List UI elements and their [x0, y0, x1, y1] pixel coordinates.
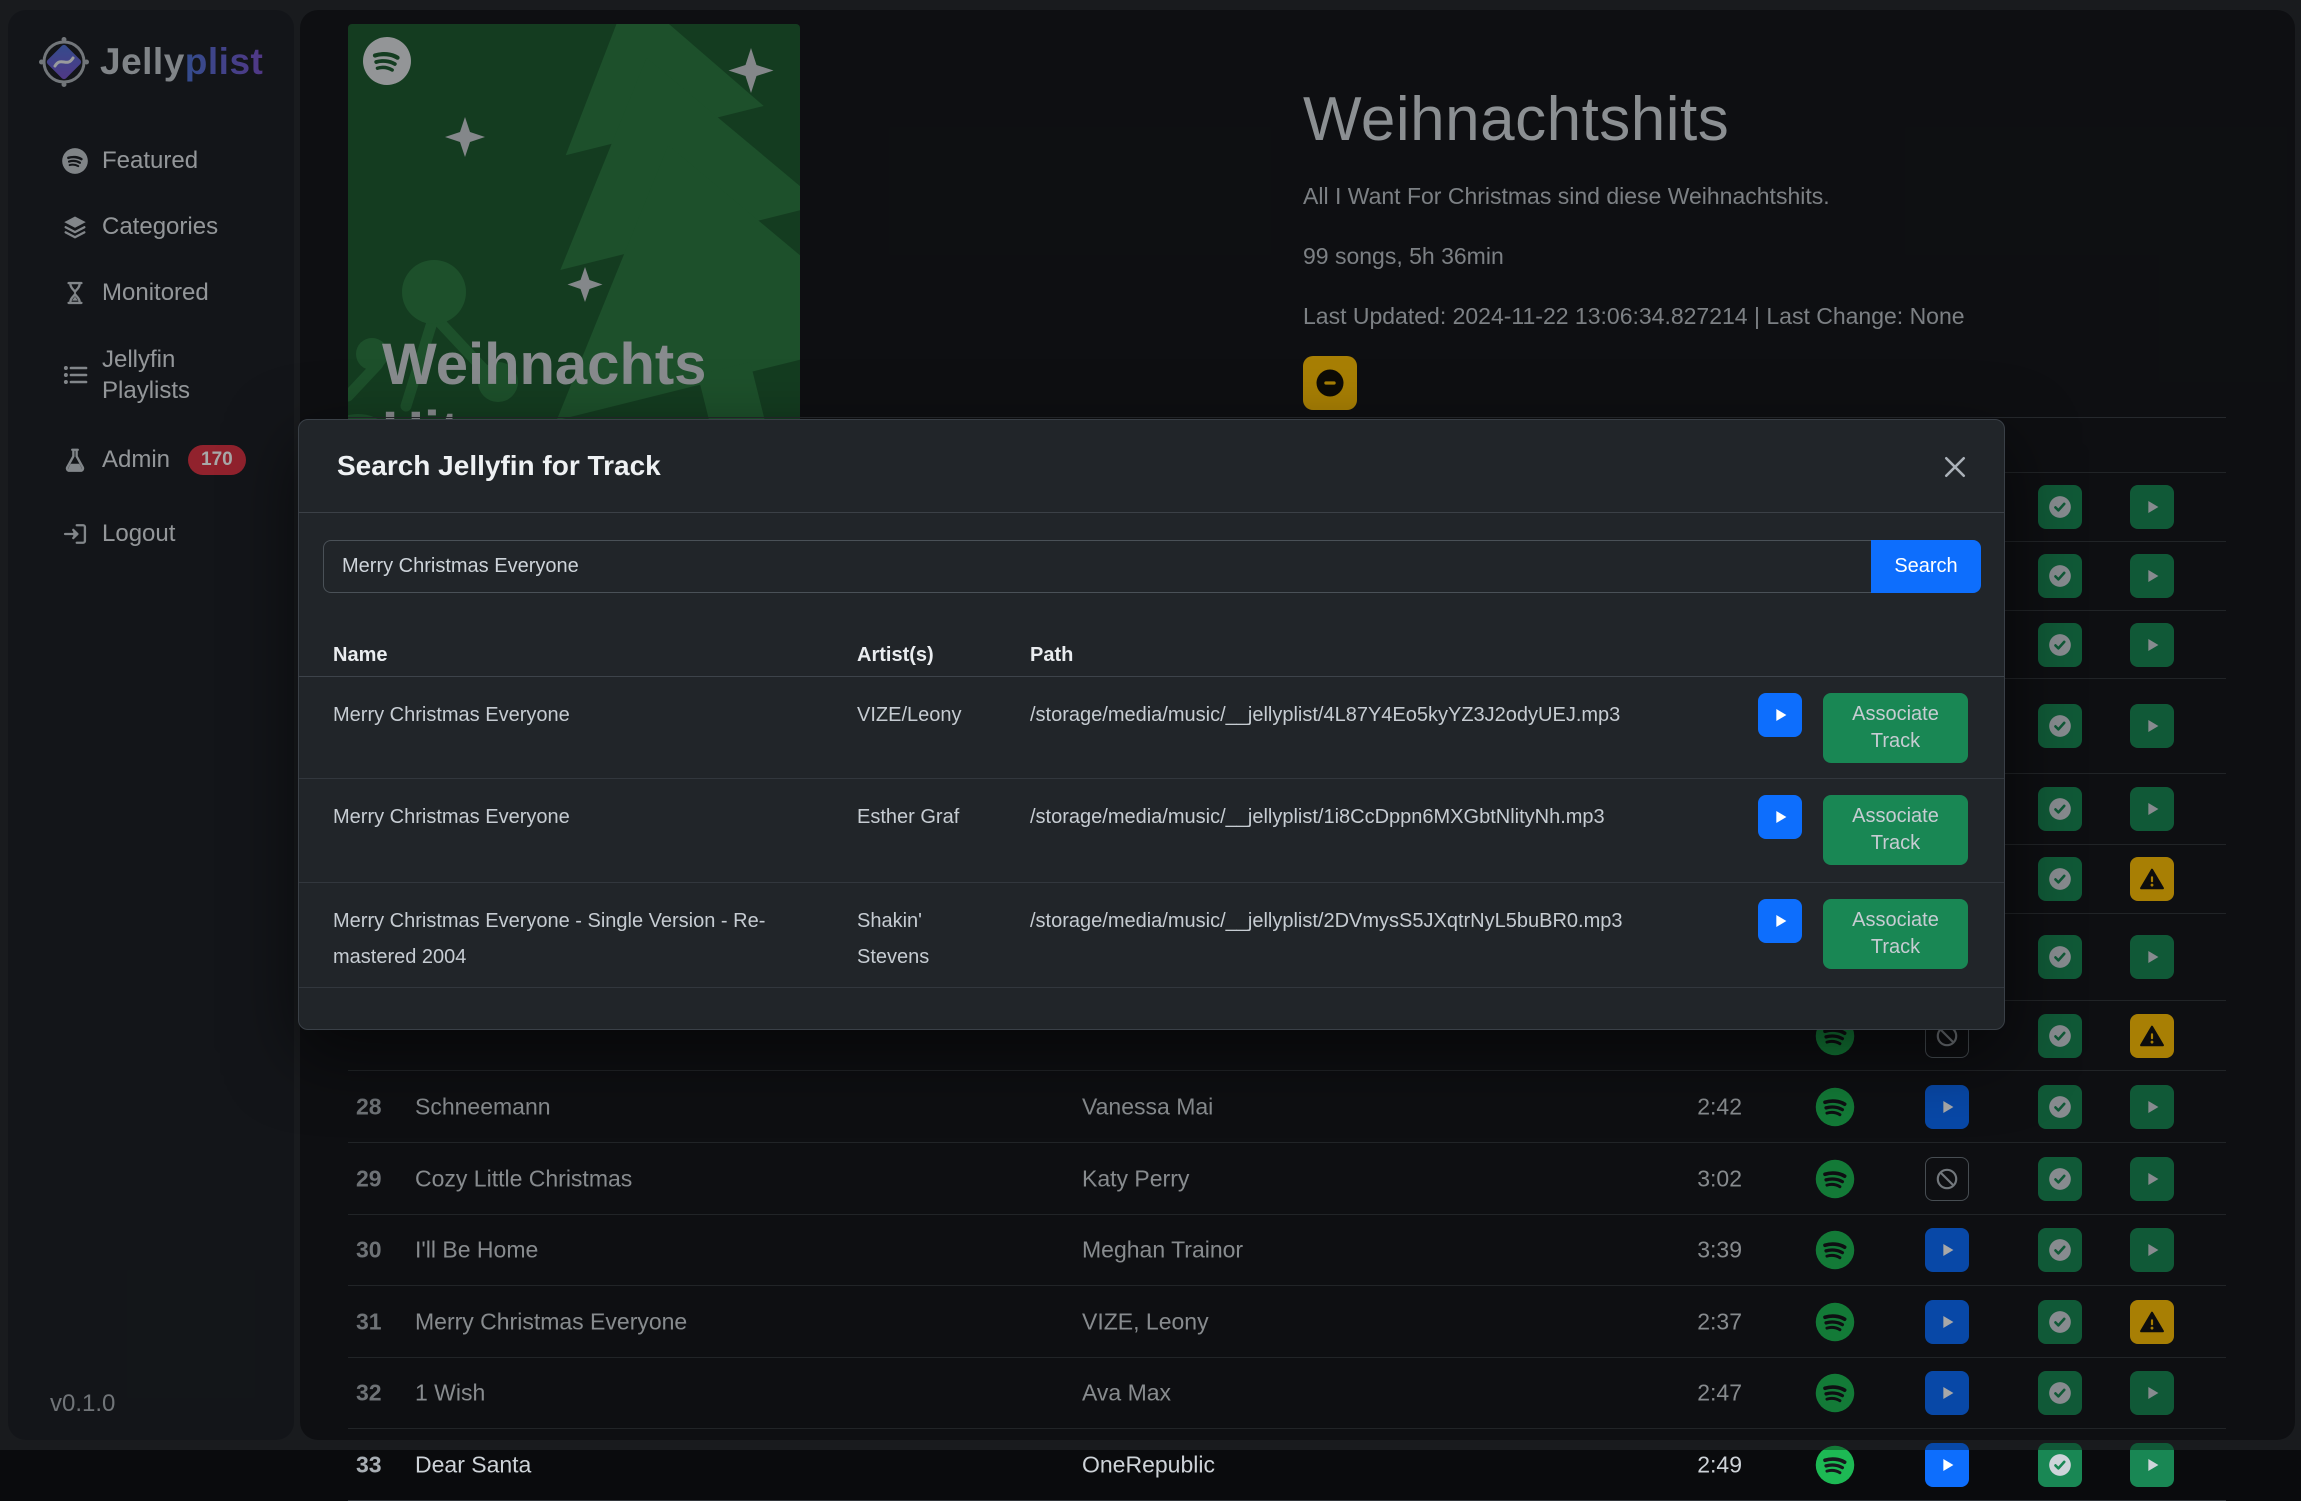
preview-play-button[interactable]: [1758, 795, 1802, 839]
result-path: /storage/media/music/__jellyplist/4L87Y4…: [1030, 697, 1740, 733]
search-result-row: Merry Christmas Everyone VIZE/Leony /sto…: [299, 677, 2004, 779]
result-artists: Shakin' Stevens: [857, 903, 977, 975]
column-artists: Artist(s): [857, 644, 934, 667]
close-icon[interactable]: [1938, 450, 1972, 484]
result-name: Merry Christmas Everyone: [333, 799, 803, 835]
result-path: /storage/media/music/__jellyplist/2DVmys…: [1030, 903, 1740, 939]
associate-track-button[interactable]: Associate Track: [1823, 795, 1968, 865]
result-name: Merry Christmas Everyone - Single Versio…: [333, 903, 803, 975]
play-icon: [1769, 806, 1791, 828]
column-name: Name: [333, 644, 387, 667]
modal-header-divider: [299, 512, 2004, 513]
preview-play-button[interactable]: [1758, 693, 1802, 737]
result-artists: VIZE/Leony: [857, 697, 977, 733]
search-result-row: Merry Christmas Everyone Esther Graf /st…: [299, 779, 2004, 883]
search-result-row: Merry Christmas Everyone - Single Versio…: [299, 883, 2004, 988]
track-title: Dear Santa: [415, 1451, 531, 1478]
track-artist: OneRepublic: [1082, 1451, 1215, 1478]
search-button[interactable]: Search: [1871, 540, 1981, 593]
results-table-header: Name Artist(s) Path: [299, 644, 2004, 677]
modal-title: Search Jellyfin for Track: [337, 450, 661, 482]
play-icon: [1769, 910, 1791, 932]
associate-track-button[interactable]: Associate Track: [1823, 899, 1968, 969]
result-path: /storage/media/music/__jellyplist/1i8CcD…: [1030, 799, 1740, 835]
result-artists: Esther Graf: [857, 799, 977, 835]
preview-play-button[interactable]: [1758, 899, 1802, 943]
column-path: Path: [1030, 644, 1073, 667]
associate-track-button[interactable]: Associate Track: [1823, 693, 1968, 763]
play-icon: [2141, 1454, 2163, 1476]
track-duration: 2:49: [1610, 1451, 1742, 1478]
check-circle-icon: [2047, 1452, 2073, 1478]
search-jellyfin-modal: Search Jellyfin for Track Search Name Ar…: [298, 419, 2005, 1030]
play-icon: [1769, 704, 1791, 726]
app-root: Jellyplist Featured Categories: [0, 0, 2301, 1450]
play-icon: [1936, 1454, 1958, 1476]
track-search-input[interactable]: [323, 540, 1871, 593]
search-results: Merry Christmas Everyone VIZE/Leony /sto…: [299, 677, 2004, 988]
track-number: 33: [356, 1451, 396, 1478]
result-name: Merry Christmas Everyone: [333, 697, 803, 733]
